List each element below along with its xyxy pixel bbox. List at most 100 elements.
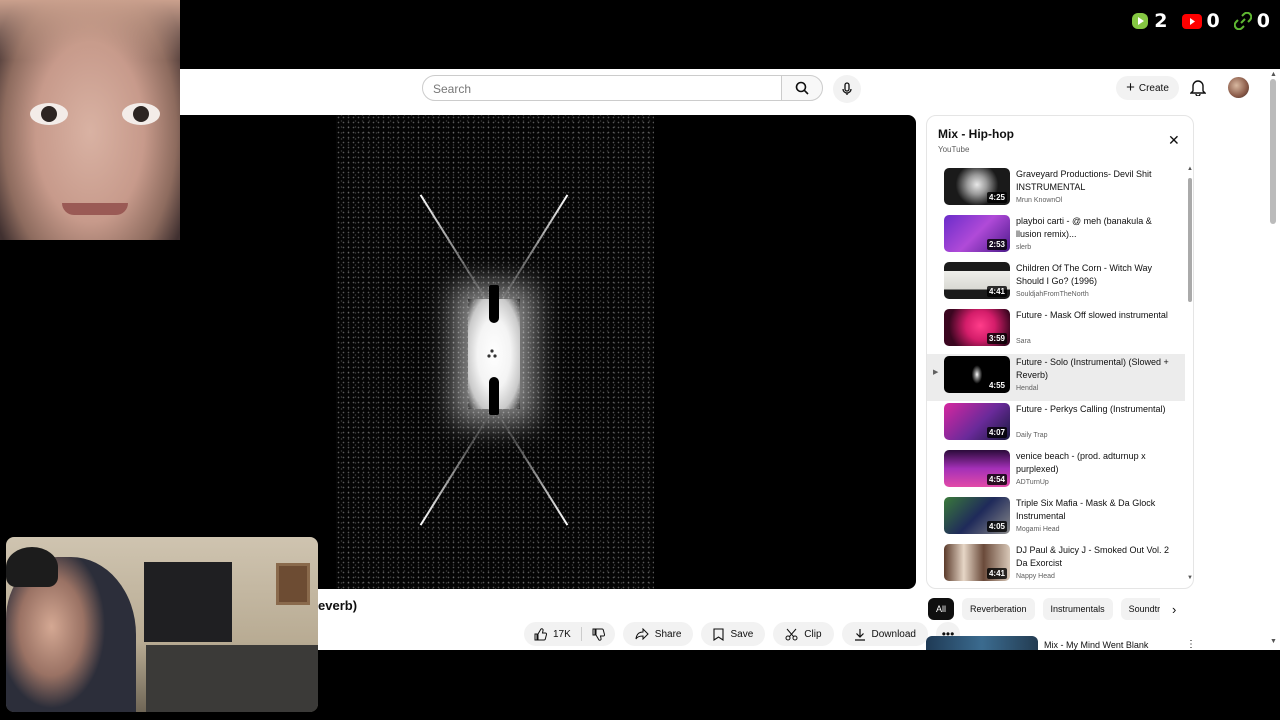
screen: 2 0 0 Search + Create ▲ ▼ everb) 17K Sha… [0, 0, 1280, 720]
account-avatar[interactable] [1228, 77, 1249, 98]
chip-all[interactable]: All [928, 598, 955, 620]
playlist-item-title[interactable]: Graveyard Productions- Devil Shit INSTRU… [1016, 168, 1174, 194]
download-icon [854, 628, 865, 641]
playlist-item-title[interactable]: venice beach - (prod. adturnup x purplex… [1016, 450, 1174, 476]
close-icon[interactable]: ✕ [1168, 133, 1180, 147]
voice-search-button[interactable] [833, 75, 861, 103]
next-mix-title[interactable]: Mix - My Mind Went Blank [1044, 640, 1148, 650]
video-thumbnail[interactable]: 4:41 [944, 262, 1010, 299]
stream-stats: 2 0 0 [1131, 10, 1270, 32]
playlist-item-title[interactable]: DJ Paul & Juicy J - Smoked Out Vol. 2 Da… [1016, 544, 1174, 570]
sofa [146, 645, 318, 712]
loading-spinner-icon [487, 349, 497, 358]
playlist-item-title[interactable]: Future - Perkys Calling (Instrumental) [1016, 403, 1174, 416]
chip-reverberation[interactable]: Reverberation [962, 598, 1035, 620]
video-thumbnail[interactable]: 4:41 [944, 544, 1010, 581]
search-button[interactable] [781, 75, 823, 101]
playlist-item-title[interactable]: Future - Solo (Instrumental) (Slowed + R… [1016, 356, 1174, 382]
dislike-button[interactable] [582, 622, 615, 646]
video-thumbnail[interactable]: 4:54 [944, 450, 1010, 487]
video-thumbnail[interactable]: 4:55 [944, 356, 1010, 393]
duration-badge: 4:05 [986, 521, 1007, 532]
video-thumbnail[interactable]: 2:53 [944, 215, 1010, 252]
notifications-button[interactable] [1189, 78, 1207, 101]
bookmark-icon [713, 627, 725, 641]
link-icon [1233, 12, 1252, 30]
plus-icon: + [1126, 79, 1135, 96]
webcam-face [0, 0, 180, 240]
playlist-scrollbar[interactable] [1188, 178, 1192, 302]
duration-badge: 4:25 [986, 192, 1007, 203]
search-icon [795, 81, 809, 95]
youtube-logo-icon [1181, 13, 1202, 29]
playlist-item-title[interactable]: playboi carti - @ meh (banakula & llusio… [1016, 215, 1174, 241]
duration-badge: 4:07 [986, 427, 1007, 438]
search-input[interactable]: Search [422, 75, 782, 101]
playlist-scroll-up-icon[interactable]: ▲ [1187, 166, 1193, 172]
save-label: Save [730, 628, 754, 640]
playlist-item-channel: Nappy Head [1016, 573, 1055, 580]
playlist-item-title[interactable]: Future - Mask Off slowed instrumental [1016, 309, 1174, 322]
playlist-item-channel: SouldjahFromTheNorth [1016, 291, 1089, 298]
webcam-room [6, 537, 318, 712]
video-thumbnail[interactable]: 4:05 [944, 497, 1010, 534]
action-bar: 17K Share Save Clip Download ••• [524, 622, 960, 646]
share-button[interactable]: Share [622, 622, 694, 646]
duration-badge: 2:53 [986, 239, 1007, 250]
playlist-item[interactable]: 4:25 Graveyard Productions- Devil Shit I… [927, 166, 1185, 213]
clip-button[interactable]: Clip [773, 622, 834, 646]
like-button[interactable]: 17K [524, 622, 581, 646]
video-thumbnail[interactable]: 4:07 [944, 403, 1010, 440]
more-vertical-icon[interactable]: ⋮ [1186, 639, 1196, 650]
playlist-panel: Mix - Hip-hop YouTube ✕ 4:25 Graveyard P… [926, 115, 1194, 589]
download-label: Download [871, 628, 916, 640]
playlist-item[interactable]: 4:41 Children Of The Corn - Witch Way Sh… [927, 260, 1185, 307]
playlist-scroll-down-icon[interactable]: ▼ [1187, 575, 1193, 581]
playlist-item[interactable]: 4:05 Triple Six Mafia - Mask & Da Glock … [927, 495, 1185, 542]
chevron-right-icon[interactable]: › [1172, 602, 1176, 617]
page-scroll-up-icon[interactable]: ▲ [1270, 71, 1277, 78]
filter-chips: All Reverberation Instrumentals Soundtr [928, 598, 1160, 620]
playlist-item[interactable]: 3:59 Future - Mask Off slowed instrument… [927, 307, 1185, 354]
chip-instrumentals[interactable]: Instrumentals [1042, 598, 1113, 620]
save-button[interactable]: Save [701, 622, 766, 646]
hat [6, 547, 58, 587]
scissors-icon [785, 628, 798, 640]
like-dislike-group: 17K [524, 622, 615, 646]
playlist-item-channel: Daily Trap [1016, 432, 1048, 439]
create-label: Create [1138, 82, 1169, 94]
chip-soundtrack[interactable]: Soundtr [1120, 598, 1160, 620]
rumble-stat: 2 [1131, 10, 1168, 32]
microphone-icon [842, 82, 852, 95]
next-mix-thumbnail[interactable] [926, 636, 1038, 650]
rumble-play-icon [1132, 13, 1149, 29]
playlist-item-channel: slerb [1016, 244, 1032, 251]
standing-figure [489, 377, 499, 415]
download-button[interactable]: Download [841, 622, 928, 646]
playlist-item-channel: Hendal [1016, 385, 1039, 392]
clip-label: Clip [804, 628, 822, 640]
duration-badge: 4:54 [986, 474, 1007, 485]
video-thumbnail[interactable]: 4:25 [944, 168, 1010, 205]
playlist-item-channel: ADTurnUp [1016, 479, 1049, 486]
playlist-title: Mix - Hip-hop [938, 127, 1014, 141]
playlist-item-title[interactable]: Triple Six Mafia - Mask & Da Glock Instr… [1016, 497, 1174, 523]
hanging-figure [489, 285, 499, 323]
playlist-item[interactable]: 4:07 Future - Perkys Calling (Instrument… [927, 401, 1185, 448]
video-title: everb) [318, 598, 358, 613]
left-eye [30, 103, 68, 125]
playlist-item[interactable]: 4:54 venice beach - (prod. adturnup x pu… [927, 448, 1185, 495]
playlist-owner: YouTube [938, 145, 970, 154]
video-player[interactable] [74, 115, 916, 589]
duration-badge: 4:41 [986, 286, 1007, 297]
playlist-item-title[interactable]: Children Of The Corn - Witch Way Should … [1016, 262, 1174, 288]
playlist-item[interactable]: 2:53 playboi carti - @ meh (banakula & l… [927, 213, 1185, 260]
video-thumbnail[interactable]: 3:59 [944, 309, 1010, 346]
page-scroll-down-icon[interactable]: ▼ [1270, 638, 1277, 645]
playlist-item-channel: Mrun KnownOl [1016, 197, 1063, 204]
playlist-item[interactable]: 4:41 DJ Paul & Juicy J - Smoked Out Vol.… [927, 542, 1185, 588]
wall-picture [276, 563, 310, 605]
playlist-item-current[interactable]: ▶ 4:55 Future - Solo (Instrumental) (Slo… [927, 354, 1185, 401]
page-scrollbar[interactable] [1270, 79, 1276, 224]
create-button[interactable]: + Create [1116, 76, 1179, 100]
